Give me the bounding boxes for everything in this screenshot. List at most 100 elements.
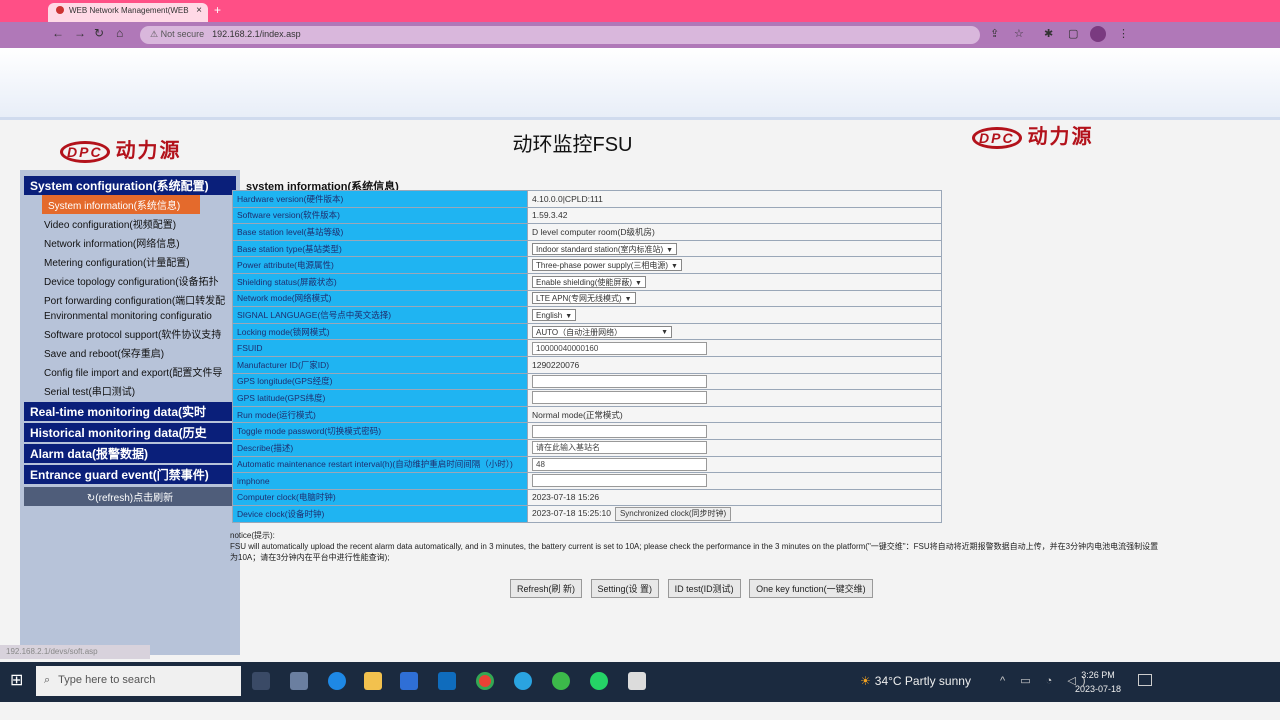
menu-kebab-icon[interactable]: ⋮	[1118, 27, 1129, 40]
imphone-field[interactable]	[532, 474, 707, 488]
sidebar-item-serial-test[interactable]: Serial test(串口测试)	[20, 381, 240, 400]
sidebar-item-metering-config[interactable]: Metering configuration(计量配置)	[20, 252, 240, 271]
restart-interval-field[interactable]: 48	[532, 457, 707, 471]
row-label: Run mode(运行模式)	[232, 405, 528, 424]
row-label: Network mode(网络模式)	[232, 289, 528, 308]
gps-latitude-field[interactable]	[532, 391, 707, 405]
gps-longitude-field[interactable]	[532, 374, 707, 388]
describe-field[interactable]: 请在此输入基站名	[532, 441, 707, 455]
signal-language-select[interactable]: English ▼	[532, 308, 577, 321]
partly-sunny-icon: ☀	[860, 674, 871, 688]
whatsapp-icon[interactable]	[590, 672, 608, 690]
sidebar-item-port-forwarding[interactable]: Port forwarding configuration(端口转发配	[20, 290, 240, 309]
row-value: Normal mode(正常模式)	[527, 405, 942, 424]
address-bar-row: ← → ↻ ⌂ ⚠ Not secure 192.168.2.1/index.as…	[0, 22, 1280, 48]
reload-icon[interactable]: ↻	[94, 26, 104, 40]
power-attribute-select[interactable]: Three-phase power supply(三相电源) ▼	[532, 259, 682, 272]
wechat-icon[interactable]	[552, 672, 570, 690]
network-mode-select[interactable]: LTE APN(专网无线模式) ▼	[532, 292, 636, 305]
chrome-icon[interactable]	[476, 672, 494, 690]
browser-tab[interactable]: WEB Network Management(WEB ×	[48, 3, 208, 22]
row-label: Base station level(基站等级)	[232, 223, 528, 241]
clock-date: 2023-07-18	[1075, 684, 1122, 694]
profile-avatar[interactable]	[1090, 26, 1106, 42]
row-label: Automatic maintenance restart interval(h…	[232, 455, 528, 474]
table-row: Locking mode(锁网模式) AUTO（自动注册网络） ▼	[232, 322, 942, 341]
file-explorer-icon[interactable]	[364, 672, 382, 690]
forward-arrow-icon[interactable]: →	[74, 26, 86, 40]
new-tab-button[interactable]: +	[214, 3, 221, 17]
notice-text: FSU will automatically upload the recent…	[230, 542, 1159, 562]
sidebar-item-system-information[interactable]: System information(系统信息)	[42, 195, 200, 214]
app-window-icon[interactable]	[628, 672, 646, 690]
windows-start-icon[interactable]: ⊞	[10, 670, 28, 689]
task-view-icon[interactable]	[252, 672, 270, 690]
tab-close-icon[interactable]: ×	[196, 5, 202, 16]
table-row: Describe(描述) 请在此输入基站名	[232, 438, 942, 457]
widgets-icon[interactable]	[290, 672, 308, 690]
row-value: 1290220076	[527, 355, 942, 374]
row-label: FSUID	[232, 339, 528, 357]
clock-time: 3:26 PM	[1081, 670, 1115, 680]
home-icon[interactable]: ⌂	[116, 26, 123, 40]
url-input[interactable]: ⚠ Not secure 192.168.2.1/index.asp	[140, 26, 980, 44]
shielding-status-select[interactable]: Enable shielding(使能屏蔽) ▼	[532, 275, 646, 288]
extensions-icon[interactable]: ✱	[1044, 27, 1053, 40]
sidebar-nav: System configuration(系统配置) System inform…	[20, 170, 240, 655]
share-icon[interactable]: ⇪	[990, 27, 999, 40]
outlook-icon[interactable]	[438, 672, 456, 690]
id-test-button[interactable]: ID test(ID测试)	[667, 579, 741, 598]
notification-icon[interactable]	[1138, 674, 1152, 686]
sidebar-item-environmental-monitoring[interactable]: Environmental monitoring configuratio	[20, 309, 240, 324]
table-row: SIGNAL LANGUAGE(信号点中英文选择) English ▼	[232, 306, 942, 324]
sidebar-section-historical[interactable]: Historical monitoring data(历史	[24, 423, 236, 442]
table-row: Base station type(基站类型) Indoor standard s…	[232, 239, 942, 258]
table-row: Run mode(运行模式) Normal mode(正常模式)	[232, 405, 942, 424]
sidebar-item-video-config[interactable]: Video configuration(视频配置)	[20, 214, 240, 233]
sidebar-item-network-info[interactable]: Network information(网络信息)	[20, 233, 240, 252]
taskbar-search-input[interactable]: ⌕ Type here to search	[36, 666, 241, 696]
logo-mark-icon: DPC	[972, 127, 1022, 149]
chevron-down-icon: ▼	[635, 279, 642, 287]
notice-block: notice(提示): FSU will automatically uploa…	[230, 530, 1160, 563]
table-row: Hardware version(硬件版本) 4.10.0.0|CPLD:111	[232, 190, 942, 208]
telegram-icon[interactable]	[514, 672, 532, 690]
fsuid-field[interactable]: 10000040000160	[532, 341, 707, 355]
not-secure-label[interactable]: ⚠ Not secure	[150, 29, 204, 39]
table-row: Computer clock(电脑时钟) 2023-07-18 15:26	[232, 488, 942, 507]
taskbar-clock[interactable]: 3:26 PM 2023-07-18	[1075, 668, 1121, 696]
row-label: SIGNAL LANGUAGE(信号点中英文选择)	[232, 306, 528, 324]
device-clock-value: 2023-07-18 15:25:10	[532, 508, 611, 519]
table-row: Power attribute(电源属性) Three-phase power s…	[232, 256, 942, 274]
sidebar-section-entrance-guard[interactable]: Entrance guard event(门禁事件)	[24, 465, 236, 484]
row-value: 1.59.3.42	[527, 206, 942, 225]
sync-clock-button[interactable]: Synchronized clock(同步时钟)	[614, 507, 732, 522]
one-key-function-button[interactable]: One key function(一键交维)	[749, 579, 873, 598]
setting-button[interactable]: Setting(设 置)	[590, 579, 660, 598]
sidebar-section-alarm[interactable]: Alarm data(报警数据)	[24, 444, 236, 463]
sidebar-item-save-reboot[interactable]: Save and reboot(保存重启)	[20, 343, 240, 362]
sidebar-item-config-import-export[interactable]: Config file import and export(配置文件导	[20, 362, 240, 381]
sidebar-item-device-topology[interactable]: Device topology configuration(设备拓扑	[20, 271, 240, 290]
table-row: Automatic maintenance restart interval(h…	[232, 455, 942, 474]
sidebar-item-software-protocol[interactable]: Software protocol support(软件协议支持	[20, 324, 240, 343]
edge-browser-icon[interactable]	[328, 672, 346, 690]
refresh-button[interactable]: Refresh(刷 新)	[510, 579, 583, 598]
sidebar-section-realtime[interactable]: Real-time monitoring data(实时	[24, 402, 236, 421]
table-row: Device clock(设备时钟) 2023-07-18 15:25:10 Syn…	[232, 505, 942, 523]
sidepanel-icon[interactable]: ▢	[1068, 27, 1078, 40]
row-label: Hardware version(硬件版本)	[232, 190, 528, 208]
back-arrow-icon[interactable]: ←	[52, 26, 64, 40]
row-label: GPS latitude(GPS纬度)	[232, 389, 528, 407]
base-station-type-select[interactable]: Indoor standard station(室内标准站) ▼	[532, 242, 678, 255]
locking-mode-select[interactable]: AUTO（自动注册网络） ▼	[532, 325, 672, 338]
sidebar-section-system-config[interactable]: System configuration(系统配置)	[24, 176, 236, 195]
toggle-mode-password-field[interactable]	[532, 424, 707, 438]
table-row: FSUID 10000040000160	[232, 339, 942, 357]
bookmark-star-icon[interactable]: ☆	[1014, 27, 1024, 40]
store-icon[interactable]	[400, 672, 418, 690]
site-favicon-icon	[56, 6, 64, 14]
weather-widget[interactable]: ☀ 34°C Partly sunny	[860, 674, 971, 688]
table-row: GPS longitude(GPS经度)	[232, 372, 942, 391]
sidebar-refresh-button[interactable]: ↻(refresh)点击刷新	[24, 487, 236, 506]
